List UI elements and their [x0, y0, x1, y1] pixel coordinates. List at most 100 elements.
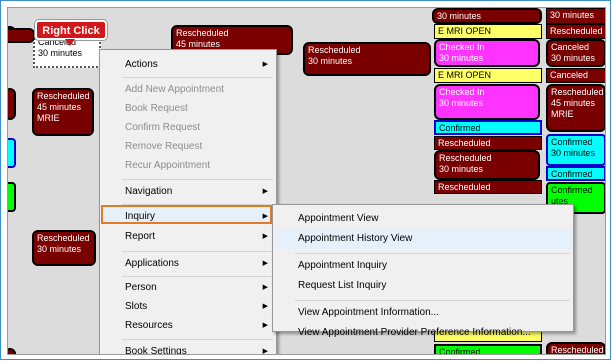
menu-item-label: Book Request	[125, 103, 188, 114]
menu-item-label: Remove Request	[125, 141, 203, 152]
appointment-canceled[interactable]: Canceled	[546, 68, 605, 83]
appointment-duration: 30 minutes	[437, 11, 482, 21]
appointment-duration: 30 minutes	[308, 56, 353, 66]
menu-item-applications[interactable]: Applications ▶	[100, 252, 276, 276]
appointment-open-slot[interactable]: E MRI OPEN	[434, 24, 542, 39]
appointment-block[interactable]	[8, 182, 16, 212]
appointment-status: Confirmed	[551, 137, 593, 147]
menu-item-slots[interactable]: Slots ▶	[100, 297, 276, 316]
menu-item-label: Actions	[125, 59, 158, 70]
appointment-block[interactable]	[8, 28, 35, 43]
appointment-status: Rescheduled	[550, 26, 603, 36]
menu-item-label: Book Settings	[125, 346, 187, 355]
appointment-block[interactable]	[8, 348, 16, 354]
schedule-grid: Canceled 30 minutes Rescheduled 45 minut…	[7, 7, 606, 355]
menu-item-add-new-appointment[interactable]: Add New Appointment	[100, 78, 276, 99]
appointment-status: Rescheduled	[37, 233, 90, 243]
submenu-arrow-icon: ▶	[262, 348, 268, 355]
appointment-confirmed[interactable]: Confirmed 30 minutes	[546, 134, 605, 166]
menu-item-label: Report	[125, 231, 156, 242]
appointment-rescheduled[interactable]: Rescheduled 30 minutes	[32, 230, 96, 266]
appointment-rescheduled[interactable]: Rescheduled 30 minutes	[303, 42, 431, 76]
appointment-status: Confirmed	[551, 185, 593, 195]
menu-item-label: Appointment View	[298, 213, 379, 224]
appointment-status: Rescheduled	[37, 91, 90, 101]
slot-label: E MRI OPEN	[438, 70, 492, 80]
appointment-open-slot[interactable]: E MRI OPEN	[434, 68, 542, 83]
menu-item-label: Person	[125, 282, 157, 293]
appointment-duration: 30 minutes	[38, 48, 83, 58]
appointment-confirmed[interactable]: Confirmed	[434, 120, 542, 135]
submenu-item-request-list-inquiry[interactable]: Request List Inquiry	[273, 276, 573, 296]
menu-item-label: Appointment History View	[298, 233, 413, 244]
appointment-status: Confirmed	[439, 123, 481, 133]
menu-item-label: Confirm Request	[125, 122, 201, 133]
menu-item-book-settings[interactable]: Book Settings ▶	[100, 340, 276, 355]
appointment-block[interactable]	[8, 88, 16, 120]
menu-item-inquiry[interactable]: Inquiry ▶	[100, 207, 276, 227]
appointment-block[interactable]	[8, 138, 16, 168]
menu-item-remove-request[interactable]: Remove Request	[100, 137, 276, 156]
menu-item-label: View Appointment Provider Preference Inf…	[298, 327, 531, 338]
appointment-duration: 30 minutes	[439, 98, 484, 108]
submenu-item-appointment-inquiry[interactable]: Appointment Inquiry	[273, 256, 573, 276]
appointment-status: Canceled	[551, 42, 590, 52]
submenu-arrow-icon: ▶	[262, 233, 268, 240]
menu-separator	[295, 300, 570, 301]
submenu-arrow-icon: ▶	[262, 303, 268, 310]
appointment-block[interactable]: 30 minutes	[432, 8, 542, 24]
appointment-confirmed[interactable]: Confirmed	[434, 344, 542, 354]
appointment-rescheduled[interactable]: Rescheduled 30 minutes	[434, 150, 540, 180]
menu-item-person[interactable]: Person ▶	[100, 277, 276, 297]
appointment-resource: MRIE	[37, 113, 60, 123]
submenu-item-appointment-view[interactable]: Appointment View	[273, 209, 573, 229]
submenu-item-appointment-history-view[interactable]: Appointment History View	[273, 229, 573, 249]
menu-item-report[interactable]: Report ▶	[100, 227, 276, 247]
menu-item-confirm-request[interactable]: Confirm Request	[100, 118, 276, 137]
appointment-status: Rescheduled	[551, 87, 604, 97]
appointment-duration: 30 minutes	[550, 10, 595, 20]
submenu-item-view-provider-preference[interactable]: View Appointment Provider Preference Inf…	[273, 323, 573, 343]
appointment-checked-in[interactable]: Checked In 30 minutes	[434, 84, 540, 120]
menu-item-label: Request List Inquiry	[298, 280, 387, 291]
right-click-callout: Right Click	[35, 20, 107, 40]
appointment-status: Rescheduled	[551, 345, 604, 355]
menu-item-navigation[interactable]: Navigation ▶	[100, 180, 276, 204]
appointment-checked-in[interactable]: Checked In 30 minutes	[434, 39, 540, 67]
appointment-resource: MRIE	[551, 109, 574, 119]
inquiry-submenu: Appointment View Appointment History Vie…	[272, 204, 574, 338]
appointment-status: Rescheduled	[176, 28, 229, 38]
appointment-status: Rescheduled	[439, 153, 492, 163]
appointment-status: Checked In	[439, 42, 485, 52]
slot-label: E MRI OPEN	[438, 26, 492, 36]
appointment-block[interactable]: 30 minutes	[546, 8, 605, 24]
submenu-item-view-appointment-information[interactable]: View Appointment Information...	[273, 303, 573, 323]
appointment-canceled[interactable]: Canceled 30 minutes	[546, 39, 605, 67]
appointment-rescheduled[interactable]: Rescheduled	[434, 180, 542, 194]
appointment-rescheduled[interactable]: Rescheduled	[434, 136, 542, 150]
appointment-duration: 45 minutes	[37, 102, 82, 112]
menu-item-label: Recur Appointment	[125, 160, 211, 171]
submenu-arrow-icon: ▶	[262, 284, 268, 291]
submenu-arrow-icon: ▶	[262, 322, 268, 329]
callout-pointer	[65, 39, 75, 46]
appointment-status: Rescheduled	[308, 45, 361, 55]
menu-item-actions[interactable]: Actions ▶	[100, 53, 276, 77]
appointment-rescheduled[interactable]: Rescheduled 45 minutes MRIE	[32, 88, 94, 136]
menu-item-label: View Appointment Information...	[298, 307, 440, 318]
appointment-rescheduled[interactable]: Rescheduled 45 minutes MRIE	[546, 84, 605, 132]
appointment-rescheduled[interactable]: Rescheduled	[546, 342, 605, 355]
menu-item-label: Resources	[125, 320, 173, 331]
menu-item-label: Applications	[125, 258, 179, 269]
appointment-duration: 30 minutes	[551, 148, 596, 158]
menu-item-label: Inquiry	[125, 211, 156, 222]
menu-item-resources[interactable]: Resources ▶	[100, 316, 276, 335]
submenu-arrow-icon: ▶	[262, 260, 268, 267]
menu-item-book-request[interactable]: Book Request	[100, 99, 276, 118]
menu-item-recur-appointment[interactable]: Recur Appointment	[100, 156, 276, 175]
context-menu: Actions ▶ Add New Appointment Book Reques…	[99, 49, 277, 355]
appointment-confirmed[interactable]: Confirmed	[546, 166, 605, 181]
appointment-rescheduled[interactable]: Rescheduled	[546, 24, 605, 39]
menu-item-label: Navigation	[125, 186, 173, 197]
appointment-status: Canceled	[550, 70, 589, 80]
